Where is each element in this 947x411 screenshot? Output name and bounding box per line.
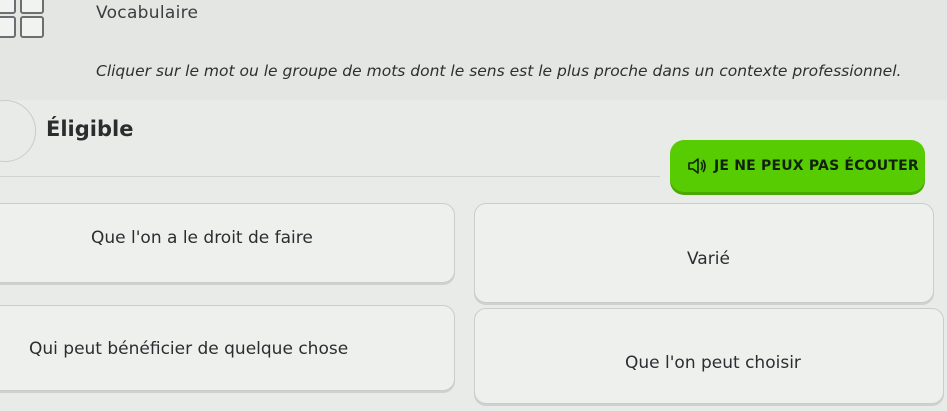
answer-option-label: Que l'on a le droit de faire [91,228,313,248]
answer-option[interactable]: Qui peut bénéficier de quelque chose [0,305,455,391]
target-word: Éligible [46,117,134,141]
back-control[interactable] [0,100,36,162]
cannot-listen-button[interactable]: JE NE PEUX PAS ÉCOUTER [670,140,925,192]
answer-option[interactable]: Varié [474,203,934,303]
answer-option[interactable]: Que l'on peut choisir [474,308,944,404]
app-logo-icon [0,0,46,40]
app-title: Vocabulaire [96,3,199,23]
answer-option-label: Qui peut bénéficier de quelque chose [29,339,349,359]
exercise-instructions: Cliquer sur le mot ou le groupe de mots … [96,62,902,80]
speaker-muted-icon [688,158,706,174]
answer-option-label: Varié [687,249,730,269]
answer-option-label: Que l'on peut choisir [625,353,801,373]
cannot-listen-label: JE NE PEUX PAS ÉCOUTER [714,158,919,174]
answer-option[interactable]: Que l'on a le droit de faire [0,203,455,283]
section-divider [0,176,660,177]
